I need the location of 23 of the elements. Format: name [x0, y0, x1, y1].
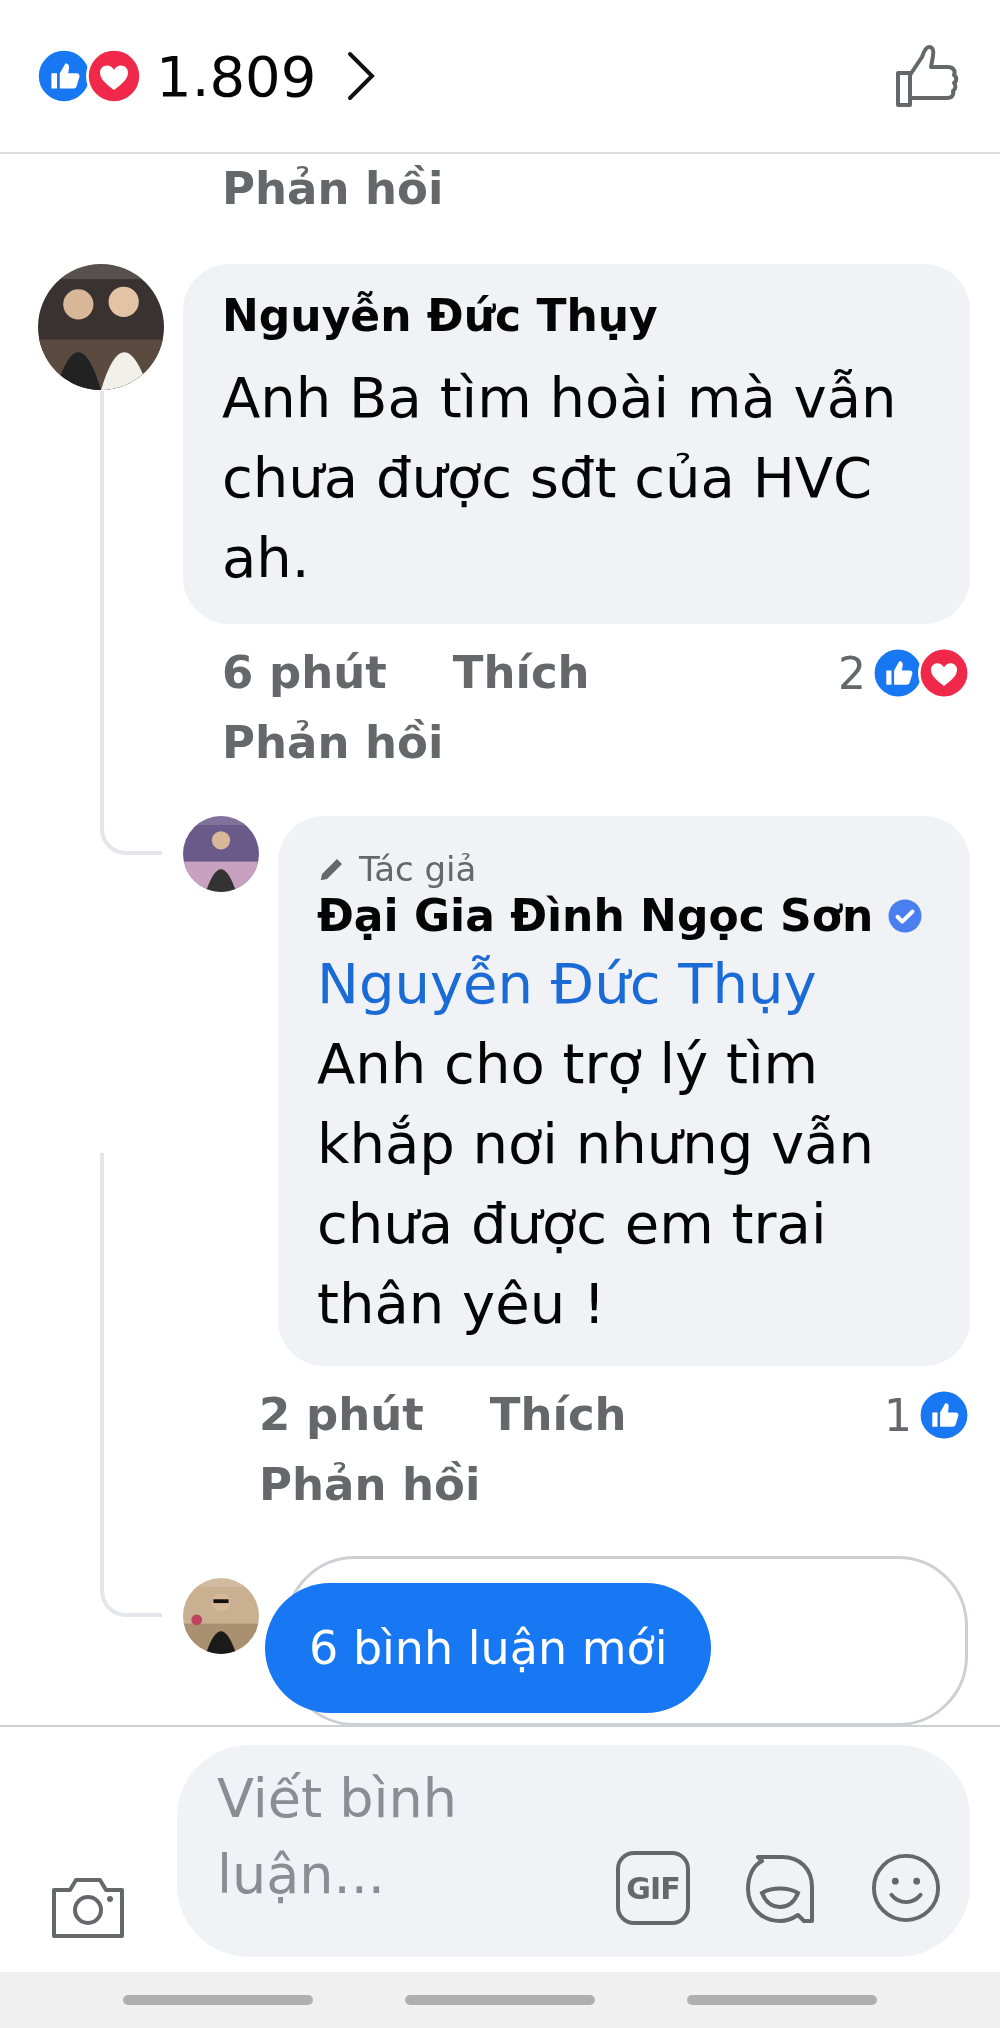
- heart-reaction-icon: [86, 48, 142, 104]
- new-comments-button[interactable]: 6 bình luận mới: [265, 1583, 712, 1713]
- author-label: Tác giả: [359, 848, 477, 891]
- comment-text: Anh cho trợ lý tìm khắp nơi nhưng vẫn chưa được em trai thân yêu !: [317, 1030, 875, 1338]
- reaction-count: 2: [838, 647, 866, 699]
- mention-link[interactable]: Nguyễn Đức Thụy: [317, 944, 931, 1024]
- time-text: 6 phút: [222, 645, 387, 701]
- gif-button[interactable]: GIF: [616, 1851, 690, 1925]
- heart-reaction-icon: [918, 647, 970, 699]
- like-reaction-icon: [918, 1389, 970, 1441]
- smiley-icon[interactable]: [870, 1851, 942, 1925]
- like-link[interactable]: Thích: [489, 1380, 627, 1450]
- reply-link[interactable]: Phản hồi: [222, 708, 970, 778]
- time-text: 2 phút: [259, 1387, 424, 1443]
- reaction-count: 1: [884, 1389, 912, 1441]
- author-name[interactable]: Nguyễn Đức Thụy: [222, 292, 658, 340]
- reply-link[interactable]: Phản hồi: [0, 154, 1000, 224]
- reply-link[interactable]: Phản hồi: [259, 1450, 970, 1520]
- comment-input[interactable]: Viết bình luận... GIF: [177, 1745, 970, 1957]
- like-link[interactable]: Thích: [452, 638, 590, 708]
- author-name[interactable]: Đại Gia Đình Ngọc Sơn: [317, 892, 874, 940]
- reaction-count[interactable]: 1.809: [156, 43, 317, 109]
- comment-text: Anh Ba tìm hoài mà vẫn chưa được sđt của HVC ah.: [222, 364, 898, 592]
